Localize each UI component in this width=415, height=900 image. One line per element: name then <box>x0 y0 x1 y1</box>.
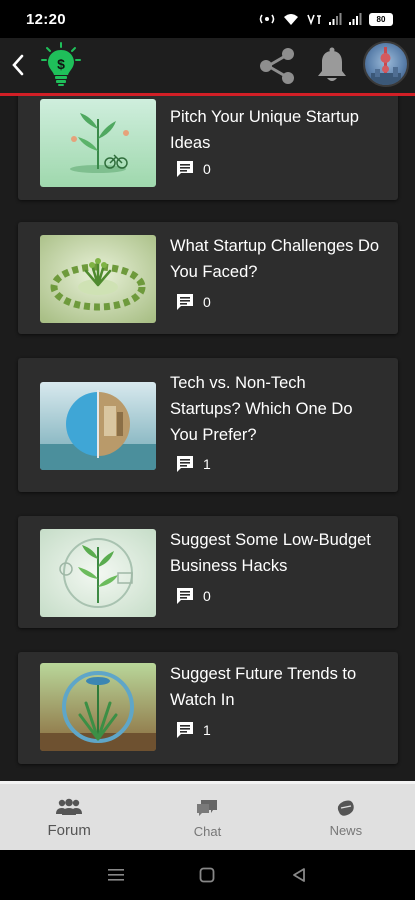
bottom-navigation: Forum Chat News <box>0 781 415 850</box>
menu-icon <box>107 869 124 881</box>
status-bar: 12:20 80 <box>0 0 415 38</box>
nav-label-chat: Chat <box>193 823 222 839</box>
notifications-button[interactable] <box>314 46 350 86</box>
post-title[interactable]: Pitch Your Unique Startup Ideas <box>170 104 380 156</box>
nav-item-forum[interactable]: Forum <box>0 784 138 850</box>
signal-icon <box>349 13 362 25</box>
post-thumbnail <box>40 382 156 470</box>
app-bar: $ <box>0 38 415 96</box>
post-title[interactable]: What Startup Challenges Do You Faced? <box>170 233 380 285</box>
post-title[interactable]: Suggest Future Trends to Watch In <box>170 661 380 713</box>
post-thumbnail <box>40 235 156 323</box>
nav-item-news[interactable]: News <box>277 784 415 850</box>
home-button[interactable] <box>187 860 227 890</box>
nav-item-chat[interactable]: Chat <box>138 784 276 850</box>
comment-count: 0 <box>203 294 211 310</box>
volte-icon <box>307 14 321 25</box>
post-card[interactable]: Pitch Your Unique Startup Ideas 0 <box>18 96 398 200</box>
plant-in-glass-sphere-image <box>40 663 156 751</box>
post-thumbnail <box>40 663 156 751</box>
post-title[interactable]: Tech vs. Non-Tech Startups? Which One Do… <box>170 370 380 448</box>
chevron-left-icon <box>12 54 24 76</box>
people-icon <box>56 798 83 815</box>
comment-icon <box>177 294 193 310</box>
comment-count: 0 <box>203 161 211 177</box>
avatar-image <box>371 47 401 85</box>
app-logo[interactable]: $ <box>40 42 82 88</box>
share-icon <box>260 48 294 84</box>
status-icons: 80 <box>258 12 393 26</box>
nav-label-news: News <box>329 822 363 838</box>
plant-in-bulb-image <box>40 529 156 617</box>
forum-feed[interactable]: Pitch Your Unique Startup Ideas 0 What S… <box>0 96 415 781</box>
nav-label-forum: Forum <box>47 821 91 839</box>
hotspot-icon <box>259 14 275 24</box>
post-comments: 1 <box>175 720 211 740</box>
triangle-back-icon <box>293 868 306 882</box>
post-comments: 0 <box>175 586 211 606</box>
plant-ring-image <box>40 235 156 323</box>
post-title[interactable]: Suggest Some Low-Budget Business Hacks <box>170 527 380 579</box>
share-button[interactable] <box>256 47 298 85</box>
svg-text:$: $ <box>57 56 65 72</box>
news-icon <box>337 800 354 816</box>
comment-count: 0 <box>203 588 211 604</box>
post-comments: 0 <box>175 292 211 312</box>
comment-icon <box>177 588 193 604</box>
chat-icon <box>197 799 218 816</box>
back-button[interactable] <box>6 50 30 80</box>
home-square-icon <box>200 867 215 883</box>
post-comments: 1 <box>175 454 211 474</box>
post-comments: 0 <box>175 159 211 179</box>
post-thumbnail <box>40 529 156 617</box>
sprout-bicycle-image <box>40 99 156 187</box>
comment-icon <box>177 456 193 472</box>
split-globe-image <box>40 382 156 470</box>
comment-count: 1 <box>203 456 211 472</box>
wifi-icon <box>284 13 298 25</box>
recent-apps-button[interactable] <box>96 860 136 890</box>
status-time: 12:20 <box>26 10 66 28</box>
post-thumbnail <box>40 99 156 187</box>
system-navigation <box>0 850 415 900</box>
system-back-button[interactable] <box>279 860 319 890</box>
comment-count: 1 <box>203 722 211 738</box>
bulb-dollar-icon: $ <box>41 42 81 86</box>
post-card[interactable]: Suggest Some Low-Budget Business Hacks 0 <box>18 516 398 628</box>
avatar[interactable] <box>363 41 409 87</box>
post-card[interactable]: What Startup Challenges Do You Faced? 0 <box>18 222 398 334</box>
comment-icon <box>177 722 193 738</box>
comment-icon <box>177 161 193 177</box>
signal-icon <box>329 13 342 25</box>
post-card[interactable]: Tech vs. Non-Tech Startups? Which One Do… <box>18 358 398 492</box>
battery-icon: 80 <box>369 12 393 26</box>
bell-icon <box>318 47 346 81</box>
post-card[interactable]: Suggest Future Trends to Watch In 1 <box>18 652 398 764</box>
